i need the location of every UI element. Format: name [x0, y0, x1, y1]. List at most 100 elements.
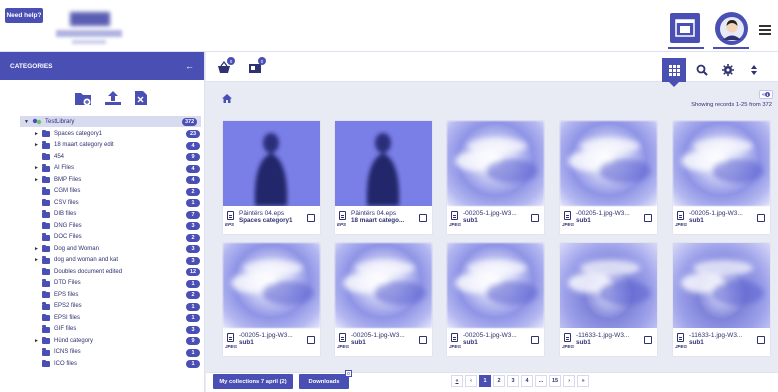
sidebar-category-item[interactable]: ► Spaces category1 23 — [0, 128, 205, 140]
basket-icon[interactable]: 0 — [217, 57, 235, 74]
page-button[interactable]: » — [577, 375, 590, 387]
asset-name: Päintërs 04.eps — [239, 210, 285, 217]
asset-card[interactable]: JPEG -00205-1.jpg-W3... sub1 — [447, 121, 544, 234]
sidebar-category-item[interactable]: EPS2 files 1 — [0, 301, 205, 313]
search-icon[interactable] — [696, 64, 708, 76]
caret-right-icon[interactable]: ► — [34, 246, 39, 252]
category-label: Hünd category — [54, 337, 94, 344]
asset-card[interactable]: EPS Päintërs 04.eps 18 maart catego... — [335, 121, 432, 234]
asset-card[interactable]: JPEG -00205-1.jpg-W3... sub1 — [447, 243, 544, 356]
tree-root[interactable]: ▼ TestLibrary 372 — [20, 116, 201, 127]
add-folder-icon[interactable] — [74, 90, 91, 106]
page-button[interactable]: 4 — [521, 375, 533, 387]
select-checkbox[interactable] — [307, 214, 315, 222]
caret-right-icon[interactable]: ► — [34, 131, 39, 137]
page-button[interactable]: ... — [535, 375, 547, 387]
sidebar-category-item[interactable]: EPSI files 1 — [0, 312, 205, 324]
asset-card[interactable]: JPEG -00205-1.jpg-W3... sub1 — [223, 243, 320, 356]
category-label: DIB files — [54, 211, 77, 218]
asset-thumbnail[interactable] — [335, 243, 432, 328]
asset-card[interactable]: JPEG -00205-1.jpg-W3... sub1 — [560, 121, 657, 234]
sidebar-category-item[interactable]: DIB files 7 — [0, 209, 205, 221]
sidebar-category-item[interactable]: CGM files 2 — [0, 186, 205, 198]
page-button[interactable]: 3 — [507, 375, 519, 387]
asset-thumbnail[interactable] — [673, 243, 770, 328]
select-checkbox[interactable] — [531, 214, 539, 222]
company-logo[interactable] — [52, 8, 124, 46]
select-checkbox[interactable] — [307, 336, 315, 344]
sidebar-category-item[interactable]: Doubles document edited 12 — [0, 266, 205, 278]
page-button[interactable]: › — [563, 375, 576, 387]
page-button[interactable]: 1 — [479, 375, 491, 387]
sidebar-category-item[interactable]: DOC Files 2 — [0, 232, 205, 244]
downloads-button[interactable]: Downloads — [299, 374, 349, 389]
asset-card[interactable]: JPEG -00205-1.jpg-W3... sub1 — [335, 243, 432, 356]
upload-window-icon[interactable] — [670, 13, 700, 43]
select-checkbox[interactable] — [419, 214, 427, 222]
asset-thumbnail[interactable] — [560, 243, 657, 328]
asset-thumbnail[interactable] — [447, 121, 544, 206]
sort-icon[interactable] — [748, 64, 760, 76]
page-button[interactable]: « — [451, 375, 463, 387]
select-checkbox[interactable] — [757, 336, 765, 344]
caret-right-icon[interactable]: ► — [34, 142, 39, 148]
sidebar-category-item[interactable]: ► BMP Files 4 — [0, 174, 205, 186]
select-checkbox[interactable] — [419, 336, 427, 344]
page-button[interactable]: 15 — [549, 375, 562, 387]
sidebar-category-item[interactable]: ► AI Files 4 — [0, 163, 205, 175]
sidebar-category-item[interactable]: GIF files 3 — [0, 324, 205, 336]
sidebar-category-item[interactable]: ► dog and woman and kat 3 — [0, 255, 205, 267]
asset-card[interactable]: JPEG -11633-1.jpg-W3... sub1 — [673, 243, 770, 356]
select-checkbox[interactable] — [757, 214, 765, 222]
select-checkbox[interactable] — [531, 336, 539, 344]
sidebar-category-item[interactable]: ICO files 1 — [0, 358, 205, 370]
folder-icon — [42, 164, 50, 172]
category-label: GIF files — [54, 326, 77, 333]
select-checkbox[interactable] — [644, 214, 652, 222]
select-checkbox[interactable] — [644, 336, 652, 344]
lightbox-icon[interactable]: 0 — [248, 57, 266, 74]
sidebar-category-item[interactable]: ICNS files 1 — [0, 347, 205, 359]
sidebar-category-item[interactable]: CSV files 1 — [0, 197, 205, 209]
delete-file-icon[interactable] — [134, 90, 150, 106]
caret-right-icon[interactable]: ► — [34, 257, 39, 263]
asset-name: Päintërs 04.eps — [351, 210, 397, 217]
sidebar-category-item[interactable]: DTD Files 1 — [0, 278, 205, 290]
file-icon — [564, 333, 571, 342]
asset-thumbnail[interactable] — [673, 121, 770, 206]
sidebar-category-item[interactable]: EPS files 2 — [0, 289, 205, 301]
my-collections-button[interactable]: My collections 7 april (2) — [213, 374, 293, 389]
asset-name: -11633-1.jpg-W3... — [689, 332, 743, 339]
page-button[interactable]: 2 — [493, 375, 505, 387]
file-type-label: JPEG — [562, 222, 575, 227]
asset-thumbnail[interactable] — [223, 243, 320, 328]
caret-right-icon[interactable]: ► — [34, 165, 39, 171]
caret-right-icon[interactable]: ► — [34, 177, 39, 183]
asset-thumbnail[interactable] — [447, 243, 544, 328]
collapse-sidebar-icon[interactable]: ← — [185, 61, 194, 71]
user-avatar[interactable] — [715, 12, 748, 45]
sidebar-category-item[interactable]: ► Hünd category 9 — [0, 335, 205, 347]
need-help-button[interactable]: Need help? — [5, 8, 43, 23]
page-button[interactable]: ‹ — [465, 375, 477, 387]
sidebar-category-item[interactable]: 454 9 — [0, 151, 205, 163]
asset-card[interactable]: JPEG -00205-1.jpg-W3... sub1 — [673, 121, 770, 234]
caret-down-icon[interactable]: ▼ — [24, 119, 29, 125]
menu-icon[interactable] — [759, 25, 771, 35]
count-badge: 23 — [186, 130, 200, 138]
sidebar-category-item[interactable]: ► Dog and Woman 3 — [0, 243, 205, 255]
grid-view-button[interactable] — [662, 58, 686, 82]
file-icon — [564, 211, 571, 220]
upload-icon[interactable] — [104, 90, 121, 106]
asset-card[interactable]: EPS Päintërs 04.eps Spaces category1 — [223, 121, 320, 234]
home-icon[interactable] — [222, 94, 232, 103]
asset-thumbnail[interactable] — [335, 121, 432, 206]
settings-gear-icon[interactable] — [722, 64, 734, 76]
sidebar-category-item[interactable]: ► 18 maart category edit 4 — [0, 140, 205, 152]
asset-thumbnail[interactable] — [560, 121, 657, 206]
sidebar-category-item[interactable]: DNG Files 3 — [0, 220, 205, 232]
asset-thumbnail[interactable] — [223, 121, 320, 206]
asset-card[interactable]: JPEG -11633-1.jpg-W3... sub1 — [560, 243, 657, 356]
caret-right-icon[interactable]: ► — [34, 338, 39, 344]
info-toggle-button[interactable]: « — [759, 90, 773, 99]
